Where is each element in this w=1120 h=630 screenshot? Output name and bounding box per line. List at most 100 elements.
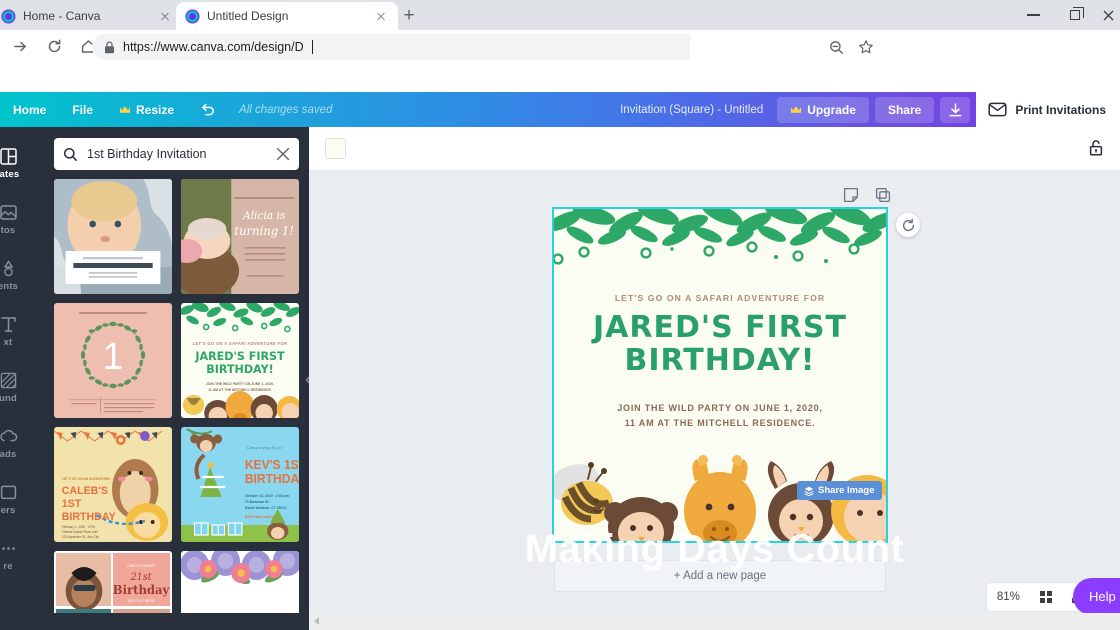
browser-tab-title: Home - Canva: [23, 9, 101, 23]
design-page[interactable]: LET'S GO ON A SAFARI ADVENTURE FOR JARED…: [552, 207, 888, 543]
details-line-1: JOIN THE WILD PARTY ON JUNE 1, 2020,: [617, 403, 823, 413]
window-close-button[interactable]: [1096, 0, 1120, 30]
share-image-label: Share Image: [818, 485, 875, 496]
reload-icon[interactable]: [40, 32, 68, 60]
tab-close-icon[interactable]: [157, 8, 173, 24]
bookmark-star-icon[interactable]: [858, 39, 874, 55]
new-tab-button[interactable]: +: [396, 5, 422, 29]
background-icon: [0, 371, 18, 390]
crown-icon: [119, 105, 131, 115]
omnibox-actions: [829, 34, 874, 60]
sidebar-item-label: xt: [3, 336, 13, 348]
template-thumbnail[interactable]: Alicia is turning 1!: [181, 179, 299, 294]
help-button[interactable]: Help ?: [1073, 578, 1120, 613]
print-invitations-button[interactable]: Print Invitations: [976, 92, 1120, 127]
upgrade-button[interactable]: Upgrade: [777, 96, 869, 123]
clear-search-icon[interactable]: [276, 147, 290, 161]
svg-text:123 Anywhere St., Any City: 123 Anywhere St., Any City: [62, 535, 99, 539]
template-thumbnail[interactable]: LET'S GO ON A SAFARI ADVENTURE FOR JARED…: [181, 303, 299, 418]
sidebar-item-more[interactable]: re: [0, 527, 44, 583]
forward-arrow-icon[interactable]: [6, 32, 34, 60]
template-thumbnail[interactable]: LET'S GO ON AN ADVENTURE! CALEB'S 1ST BI…: [54, 427, 172, 542]
file-menu-button[interactable]: File: [59, 92, 106, 127]
sidebar-item-label: tos: [0, 224, 16, 236]
url-bar[interactable]: https://www.canva.com/design/D: [92, 34, 890, 60]
svg-text:KEV'S 1ST: KEV'S 1ST: [245, 458, 299, 472]
svg-text:Come swing by to: Come swing by to: [247, 445, 282, 450]
text-icon: [0, 315, 18, 334]
template-thumbnail[interactable]: [54, 179, 172, 294]
photos-icon: [0, 203, 18, 222]
undo-button[interactable]: [187, 92, 229, 127]
canva-icon: [185, 9, 200, 24]
templates-panel: 1st Birthday Invitation Alicia is turnin…: [44, 127, 309, 630]
search-input[interactable]: 1st Birthday Invitation: [54, 138, 299, 170]
sidebar-item-folders[interactable]: ers: [0, 471, 44, 527]
rotate-icon[interactable]: [896, 213, 920, 237]
layers-icon: [804, 486, 814, 496]
browser-tab-0[interactable]: Home - Canva: [0, 2, 182, 30]
header-left-menu: Home File Resize All changes saved: [0, 92, 332, 127]
svg-text:70 Bowman St.: 70 Bowman St.: [245, 500, 270, 504]
document-title[interactable]: Invitation (Square) - Untitled: [620, 104, 777, 116]
sidebar-item-label: ents: [0, 280, 19, 292]
resize-button[interactable]: Resize: [106, 92, 187, 127]
svg-text:BIRTHDAY: BIRTHDAY: [62, 511, 117, 523]
download-button[interactable]: [940, 96, 971, 123]
browser-tab-title: Untitled Design: [207, 9, 289, 23]
sidebar-item-label: re: [3, 560, 13, 572]
design-details-text[interactable]: JOIN THE WILD PARTY ON JUNE 1, 2020, 11 …: [554, 401, 886, 431]
svg-text:CARLA'S SWEET: CARLA'S SWEET: [127, 564, 156, 568]
duplicate-icon[interactable]: [875, 187, 891, 203]
sidebar-item-label: lates: [0, 168, 20, 180]
design-eyebrow-text[interactable]: LET'S GO ON A SAFARI ADVENTURE FOR: [554, 293, 886, 303]
design-headline[interactable]: JARED'S FIRST BIRTHDAY!: [554, 311, 886, 377]
editor-toolbar: [309, 127, 1120, 171]
uploads-icon: [0, 427, 18, 446]
sidebar-item-background[interactable]: und: [0, 359, 44, 415]
note-icon[interactable]: [843, 187, 859, 203]
scroll-left-arrow-icon[interactable]: [314, 617, 319, 625]
window-minimize-button[interactable]: [1012, 0, 1054, 30]
add-new-page-button[interactable]: + Add a new page: [554, 560, 886, 592]
download-icon: [948, 102, 963, 118]
tab-close-icon[interactable]: [373, 8, 389, 24]
canva-header-bar: Home File Resize All changes saved Invit…: [0, 92, 1120, 127]
page-tools: [843, 187, 891, 203]
svg-text:BIRTHDAY!: BIRTHDAY!: [245, 472, 299, 486]
search-area: 1st Birthday Invitation: [44, 127, 309, 170]
header-right-actions: Invitation (Square) - Untitled Upgrade S…: [620, 92, 1120, 127]
home-button[interactable]: Home: [0, 92, 59, 127]
svg-text:Birthday: Birthday: [113, 583, 171, 597]
svg-text:Alicia is: Alicia is: [242, 209, 286, 222]
sidebar-item-photos[interactable]: tos: [0, 191, 44, 247]
grid-view-icon[interactable]: [1039, 591, 1052, 603]
search-icon: [63, 147, 78, 162]
more-icon: [0, 539, 18, 558]
background-color-swatch[interactable]: [325, 138, 346, 159]
browser-tab-1[interactable]: Untitled Design: [176, 2, 398, 30]
sidebar-item-elements[interactable]: ents: [0, 247, 44, 303]
elements-icon: [0, 259, 18, 278]
horizontal-scrollbar[interactable]: [309, 613, 1120, 630]
unlock-icon[interactable]: [1088, 139, 1104, 157]
svg-text:February 1, 2020 · 2 PM: February 1, 2020 · 2 PM: [62, 525, 96, 529]
share-button[interactable]: Share: [874, 96, 935, 123]
template-thumbnail[interactable]: 1: [54, 303, 172, 418]
svg-text:CALEB'S: CALEB'S: [62, 485, 108, 497]
zoom-out-icon[interactable]: [829, 40, 844, 55]
svg-text:South Windsor, CT 06074: South Windsor, CT 06074: [245, 506, 287, 510]
window-maximize-button[interactable]: [1054, 0, 1096, 30]
headline-line-1: JARED'S FIRST: [593, 310, 847, 345]
svg-text:JOIN THE WILD PARTY ON JUNE 1,: JOIN THE WILD PARTY ON JUNE 1, 2020,: [206, 382, 274, 386]
sidebar-item-text[interactable]: xt: [0, 303, 44, 359]
template-thumbnail[interactable]: Come swing by to KEV'S 1ST BIRTHDAY! Oct…: [181, 427, 299, 542]
templates-icon: [0, 147, 18, 166]
sidebar-item-templates[interactable]: lates: [0, 135, 44, 191]
zoom-level-label[interactable]: 81%: [997, 591, 1020, 603]
editor-left-rail: lates tos ents xt und: [0, 127, 44, 630]
folders-icon: [0, 483, 18, 502]
sidebar-item-uploads[interactable]: ads: [0, 415, 44, 471]
help-label: Help: [1089, 589, 1116, 604]
share-image-button[interactable]: Share Image: [797, 481, 882, 500]
